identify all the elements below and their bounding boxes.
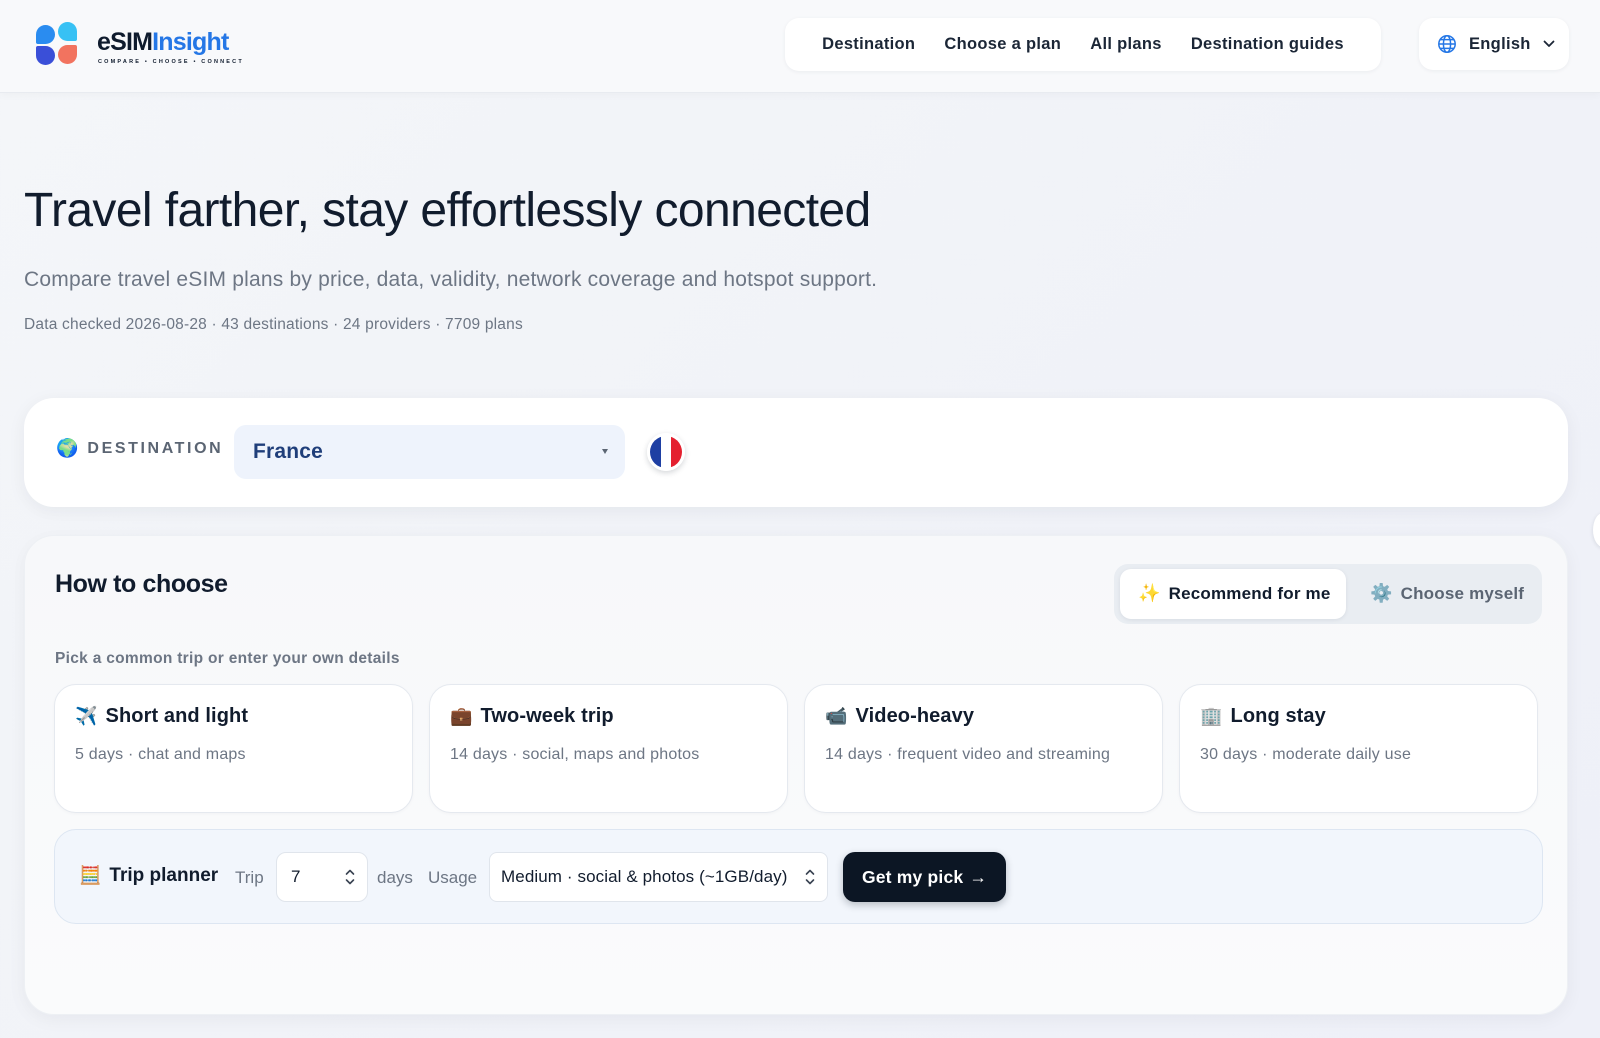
scroll-edge-handle[interactable] [1593, 513, 1600, 547]
arrow-right-icon: → [969, 866, 988, 887]
nav-link-destination-guides[interactable]: Destination guides [1191, 35, 1344, 54]
choose-myself-button[interactable]: ⚙️ Choose myself [1352, 569, 1536, 619]
logo-tagline: COMPARE • CHOOSE • CONNECT [98, 59, 244, 65]
destination-label: 🌍 DESTINATION [56, 440, 223, 458]
trip-preset-title: 📹 Video-heavy [825, 705, 974, 728]
usage-select-value: Medium · social & photos (~1GB/day) [501, 867, 788, 886]
trip-preset-description: 14 days · social, maps and photos [450, 746, 700, 763]
trip-days-value: 7 [291, 867, 301, 886]
brand-logo[interactable]: eSIMInsight COMPARE • CHOOSE • CONNECT [36, 22, 242, 70]
trip-length-label: Trip [235, 868, 264, 887]
days-unit-label: days [377, 868, 413, 887]
main-nav: Destination Choose a plan All plans Dest… [785, 18, 1381, 71]
destination-card: 🌍 DESTINATION France [24, 398, 1568, 507]
nav-link-all-plans[interactable]: All plans [1090, 35, 1161, 54]
airplane-icon: ✈️ [75, 705, 98, 727]
trip-preset-title: 💼 Two-week trip [450, 705, 614, 728]
recommend-for-me-button[interactable]: ✨ Recommend for me [1120, 569, 1346, 619]
trip-preset-title-text: Video-heavy [855, 705, 975, 727]
nav-link-destination[interactable]: Destination [822, 35, 915, 54]
stepper-arrows-icon[interactable] [345, 868, 355, 886]
trip-preset-title-text: Two-week trip [480, 705, 614, 727]
usage-select[interactable]: Medium · social & photos (~1GB/day) [489, 852, 828, 902]
trip-preset-description: 5 days · chat and maps [75, 746, 246, 763]
trip-preset-description: 30 days · moderate daily use [1200, 746, 1412, 763]
abacus-icon: 🧮 [79, 865, 102, 886]
choose-myself-label: Choose myself [1400, 584, 1525, 603]
trip-preset-title-text: Short and light [105, 705, 249, 727]
trip-preset-short-and-light[interactable]: ✈️ Short and light 5 days · chat and map… [54, 684, 413, 813]
sparkles-icon: ✨ [1138, 583, 1161, 604]
trip-preset-title: 🏢 Long stay [1200, 705, 1326, 728]
select-arrows-icon [805, 869, 815, 885]
logo-mark-icon [36, 22, 80, 66]
trip-days-input[interactable]: 7 [276, 852, 368, 902]
data-status-text: Data checked 2026-08-28 · 43 destination… [24, 316, 523, 333]
trip-preset-title: ✈️ Short and light [75, 705, 248, 728]
get-my-pick-button[interactable]: Get my pick → [843, 852, 1006, 902]
destination-label-text: DESTINATION [87, 440, 224, 457]
trip-preset-title-text: Long stay [1230, 705, 1326, 727]
gear-icon: ⚙️ [1370, 583, 1393, 604]
trip-planner: 🧮 Trip planner Trip 7 days Usage Medium … [54, 829, 1543, 924]
trip-preset-long-stay[interactable]: 🏢 Long stay 30 days · moderate daily use [1179, 684, 1538, 813]
globe-icon [1438, 35, 1456, 53]
pick-trip-hint: Pick a common trip or enter your own det… [55, 650, 400, 667]
trip-preset-description: 14 days · frequent video and streaming [825, 746, 1111, 763]
office-building-icon: 🏢 [1200, 705, 1223, 727]
caret-down-icon [602, 449, 608, 454]
page-subtitle: Compare travel eSIM plans by price, data… [24, 268, 878, 291]
destination-select-value: France [253, 440, 324, 463]
trip-planner-label: 🧮 Trip planner [79, 865, 218, 887]
usage-label: Usage [428, 868, 478, 887]
destination-select[interactable]: France [234, 425, 625, 479]
site-header: eSIMInsight COMPARE • CHOOSE • CONNECT D… [0, 0, 1600, 93]
france-flag-icon [647, 433, 685, 471]
mode-toggle: ✨ Recommend for me ⚙️ Choose myself [1114, 564, 1542, 624]
chevron-down-icon [1543, 40, 1555, 47]
get-my-pick-label: Get my pick [861, 866, 964, 887]
logo-wordmark: eSIMInsight [97, 28, 229, 56]
trip-planner-label-text: Trip planner [109, 865, 219, 886]
how-to-choose-card: How to choose ✨ Recommend for me ⚙️ Choo… [24, 535, 1568, 1015]
recommend-for-me-label: Recommend for me [1168, 584, 1331, 603]
section-title: How to choose [55, 570, 228, 598]
language-selector[interactable]: English [1419, 18, 1569, 70]
globe-emoji-icon: 🌍 [56, 438, 79, 459]
nav-link-choose-a-plan[interactable]: Choose a plan [944, 35, 1061, 54]
page-title: Travel farther, stay effortlessly connec… [24, 184, 871, 237]
video-camera-icon: 📹 [825, 705, 848, 727]
trip-preset-two-week-trip[interactable]: 💼 Two-week trip 14 days · social, maps a… [429, 684, 788, 813]
language-label: English [1469, 34, 1531, 53]
trip-preset-video-heavy[interactable]: 📹 Video-heavy 14 days · frequent video a… [804, 684, 1163, 813]
briefcase-icon: 💼 [450, 705, 473, 727]
